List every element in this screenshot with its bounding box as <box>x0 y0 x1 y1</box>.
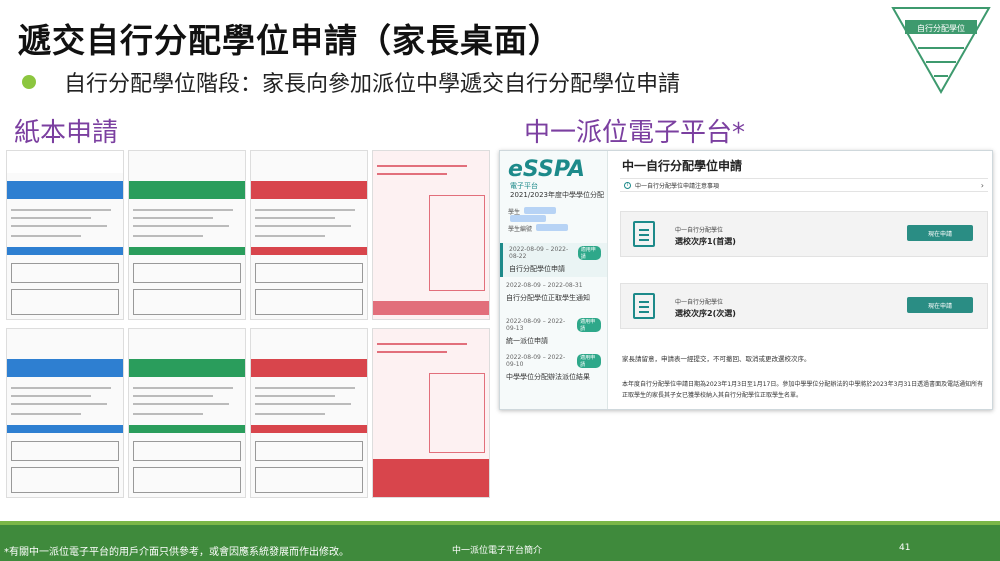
event-item-central-allocation[interactable]: 2022-08-09 – 2022-09-13 適用申請 統一派位申請 <box>500 315 607 349</box>
event-title: 統一派位申請 <box>506 337 548 345</box>
info-bar[interactable]: i 中一自行分配學位申請注意事項 › <box>620 178 988 192</box>
slide-title: 遞交自行分配學位申請（家長桌面） <box>18 21 562 60</box>
paper-forms-image <box>6 150 492 498</box>
esspa-main-title: 中一自行分配學位申請 <box>622 159 743 173</box>
form-blue-2 <box>6 328 124 498</box>
pyramid-label: 自行分配學位 <box>917 23 965 33</box>
bullet-row: 自行分配學位階段：家長向參加派位中學遞交自行分配學位申請 <box>22 66 680 98</box>
info-icon: i <box>624 181 631 189</box>
student-id-redacted <box>536 224 568 231</box>
apply-now-button-1[interactable]: 現在申請 <box>907 225 973 241</box>
form-blue-1 <box>6 150 124 320</box>
event-badge: 適用申請 <box>577 318 601 332</box>
bullet-dot <box>22 75 36 89</box>
esspa-logo: eSSPA <box>508 157 585 182</box>
student-name-redacted-2 <box>510 215 546 222</box>
slide: 遞交自行分配學位申請（家長桌面） 自行分配學位階段：家長向參加派位中學遞交自行分… <box>0 0 1000 561</box>
student-id-label: 學生編號 <box>508 226 533 233</box>
esspa-year: 2021/2023年度中學學位分配 <box>510 191 604 199</box>
info-text: 中一自行分配學位申請注意事項 <box>635 182 720 190</box>
esspa-panel: eSSPA 電子平台 2021/2023年度中學學位分配 學生 學生編號 202… <box>499 150 993 410</box>
form-pink-2 <box>372 328 490 498</box>
event-title: 中學學位分配辦法派位結果 <box>506 373 590 381</box>
event-item-results[interactable]: 2022-08-09 – 2022-09-10 適用申請 中學學位分配辦法派位結果 <box>500 351 607 385</box>
event-badge: 適用申請 <box>577 246 601 260</box>
card-subtitle: 中一自行分配學位 <box>675 299 724 306</box>
footer-note: *有關中一派位電子平台的用戶介面只供參考，或會因應系統發展而作出修改。 <box>4 547 349 558</box>
esspa-sidebar: eSSPA 電子平台 2021/2023年度中學學位分配 學生 學生編號 202… <box>500 151 608 409</box>
event-item-notification[interactable]: 2022-08-09 – 2022-08-31 自行分配學位正取學生通知 <box>500 279 607 313</box>
event-date: 2022-08-09 – 2022-08-31 <box>506 282 583 289</box>
notice-warning: 家長請留意，申請表一經提交，不可撤回、取消或更改選校次序。 <box>622 355 811 363</box>
pyramid-icon: 自行分配學位 <box>891 7 991 94</box>
form-red-1 <box>250 150 368 320</box>
notice-dates: 本年度自行分配學位申請日期為2023年1月3日至1月17日。參加中學學位分配辦法… <box>622 381 984 399</box>
event-item-self-allocation[interactable]: 2022-08-09 – 2022-08-22 適用申請 自行分配學位申請 <box>500 243 607 277</box>
paper-section-heading: 紙本申請 <box>14 118 119 148</box>
event-date: 2022-08-09 – 2022-09-13 <box>506 318 566 332</box>
event-title: 自行分配學位正取學生通知 <box>506 294 590 302</box>
event-badge: 適用申請 <box>577 354 601 368</box>
form-pink-1 <box>372 150 490 320</box>
esspa-section-heading: 中一派位電子平台* <box>524 118 746 148</box>
footer-stripe <box>0 521 1000 525</box>
card-subtitle: 中一自行分配學位 <box>675 227 724 234</box>
student-name-redacted <box>524 207 556 214</box>
form-green-2 <box>128 328 246 498</box>
bullet-text: 自行分配學位階段：家長向參加派位中學遞交自行分配學位申請 <box>64 72 681 97</box>
chevron-right-icon: › <box>980 181 984 190</box>
form-red-2 <box>250 328 368 498</box>
form-green-1 <box>128 150 246 320</box>
card-title: 選校次序2(次選) <box>675 309 736 318</box>
card-title: 選校次序1(首選) <box>675 237 736 246</box>
apply-now-button-2[interactable]: 現在申請 <box>907 297 973 313</box>
event-date: 2022-08-09 – 2022-08-22 <box>509 246 569 260</box>
choice-card-2: 中一自行分配學位 選校次序2(次選) 現在申請 <box>620 283 988 329</box>
event-title: 自行分配學位申請 <box>509 265 565 273</box>
choice-card-1: 中一自行分配學位 選校次序1(首選) 現在申請 <box>620 211 988 257</box>
form-edit-icon <box>633 293 655 319</box>
footer-center-title: 中一派位電子平台簡介 <box>452 546 543 556</box>
form-edit-icon <box>633 221 655 247</box>
event-date: 2022-08-09 – 2022-09-10 <box>506 354 566 368</box>
page-number: 41 <box>899 543 911 553</box>
